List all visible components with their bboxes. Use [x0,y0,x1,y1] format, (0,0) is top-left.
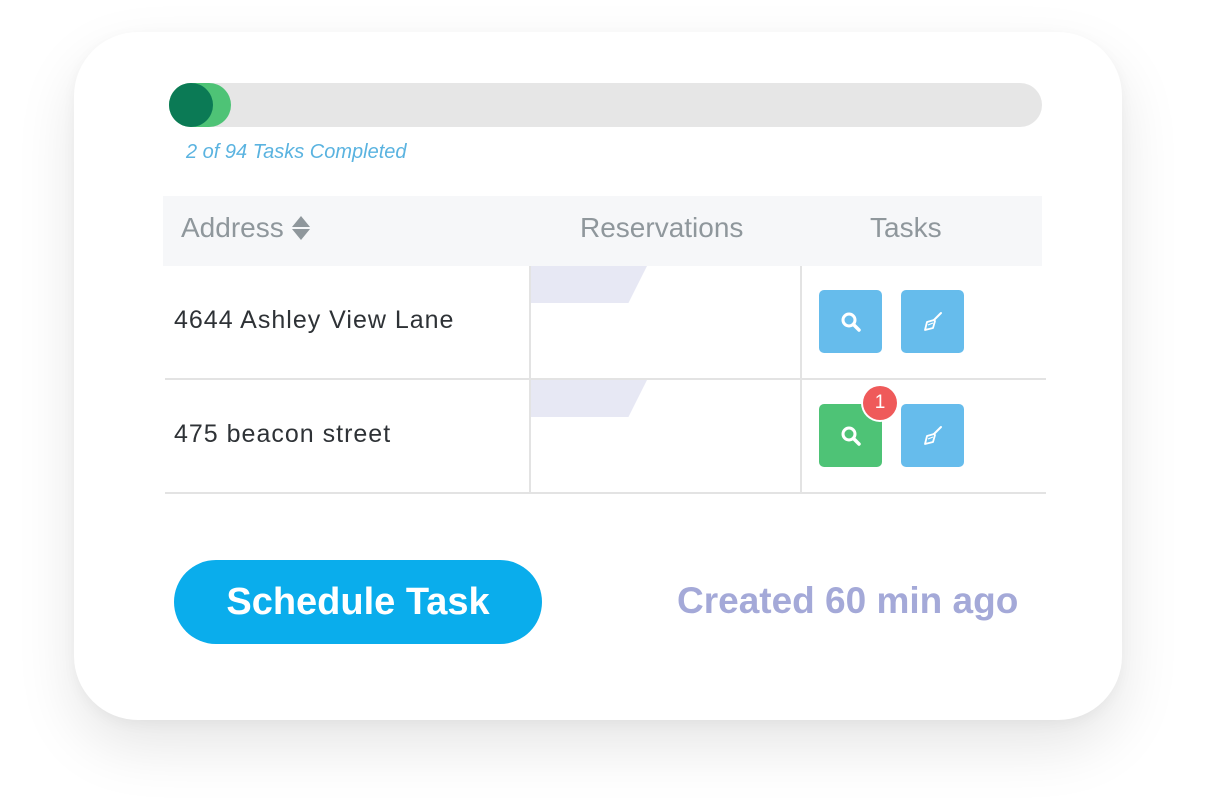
progress-knob [169,83,213,127]
schedule-task-button[interactable]: Schedule Task [174,560,542,644]
search-icon [841,426,861,446]
progress-bar [169,83,1042,127]
column-divider [529,380,531,492]
address-cell[interactable]: 475 beacon street [174,420,391,449]
address-header-label: Address [181,212,284,243]
table-row: 4644 Ashley View Lane [165,266,1046,380]
reservations-column-header: Reservations [580,212,744,243]
broom-icon [923,311,942,331]
notification-badge: 1 [863,386,897,420]
sort-icon[interactable] [291,215,310,241]
created-timestamp: Created 60 min ago [677,580,1019,621]
address-cell[interactable]: 4644 Ashley View Lane [174,306,454,335]
column-divider [800,380,802,492]
table-row: 475 beacon street 1 [165,380,1046,494]
search-icon [841,312,861,332]
reservation-bar[interactable] [531,266,647,303]
column-divider [529,266,531,378]
cleaning-task-button[interactable] [901,404,964,467]
progress-label: 2 of 94 Tasks Completed [186,141,407,163]
tasks-column-header: Tasks [870,212,942,243]
table-header: Address Reservations Tasks [163,196,1042,266]
cleaning-task-button[interactable] [901,290,964,353]
column-divider [800,266,802,378]
reservation-bar[interactable] [531,380,647,417]
address-column-header[interactable]: Address [181,212,310,244]
inspection-task-button[interactable] [819,290,882,353]
broom-icon [923,425,942,445]
